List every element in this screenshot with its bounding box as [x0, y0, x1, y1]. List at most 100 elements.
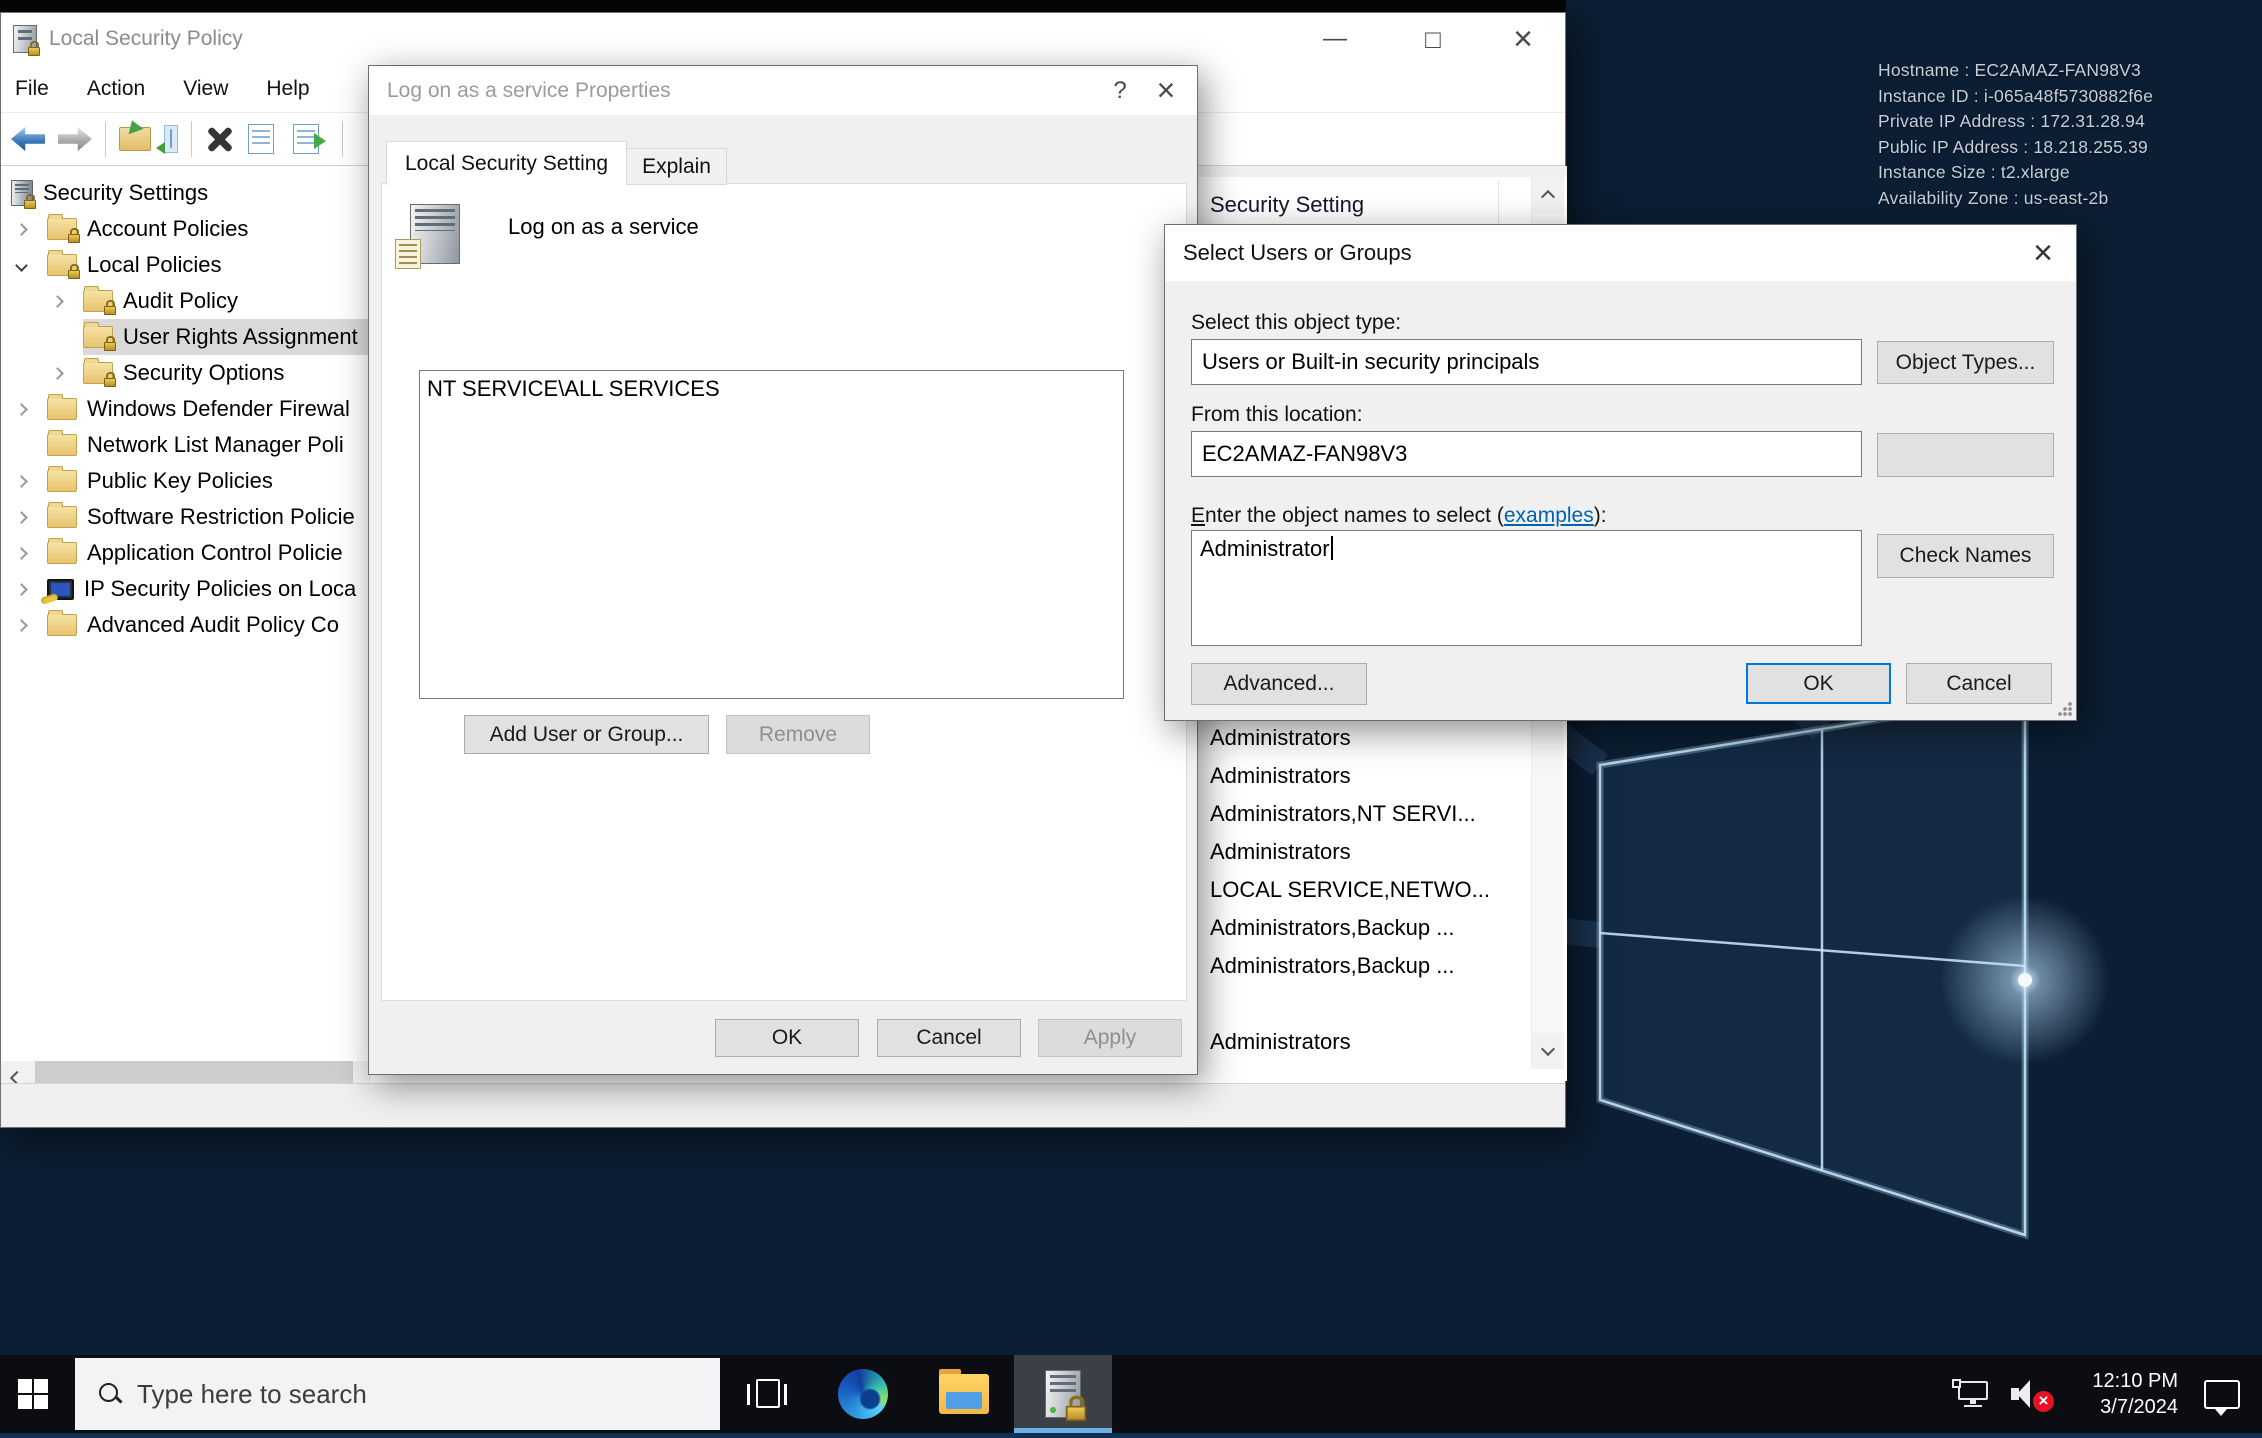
scrollbar-thumb[interactable] [35, 1061, 353, 1083]
apply-button[interactable]: Apply [1038, 1019, 1182, 1057]
tray-network[interactable] [1946, 1355, 1998, 1433]
object-names-value: Administrator [1200, 536, 1330, 561]
chevron-right-icon[interactable] [17, 477, 47, 486]
network-icon [1952, 1379, 1992, 1409]
add-user-or-group-button[interactable]: Add User or Group... [464, 715, 709, 754]
member-item[interactable]: NT SERVICE\ALL SERVICES [420, 371, 1123, 402]
chevron-right-icon[interactable] [53, 369, 83, 378]
ok-button[interactable]: OK [715, 1019, 859, 1057]
chevron-right-icon[interactable] [17, 405, 47, 414]
scroll-down-arrow[interactable] [1532, 1033, 1564, 1069]
cancel-button[interactable]: Cancel [1906, 663, 2052, 704]
toolbar-separator [191, 121, 192, 157]
object-type-field[interactable]: Users or Built-in security principals [1191, 339, 1862, 385]
remove-button[interactable]: Remove [726, 715, 870, 754]
folder-lock-icon [83, 290, 113, 312]
tree-item-windows-defender-firewal[interactable]: Windows Defender Firewal [1, 391, 371, 427]
export-list-icon[interactable] [293, 124, 319, 154]
chevron-right-icon[interactable] [17, 549, 47, 558]
scroll-left-arrow[interactable] [1, 1061, 29, 1083]
tab-local-security-setting[interactable]: Local Security Setting [386, 141, 627, 185]
locations-button[interactable] [1877, 433, 2054, 477]
examples-link[interactable]: examples [1504, 504, 1594, 527]
tree-item-user-rights-assignment[interactable]: User Rights Assignment [1, 319, 371, 355]
menu-help[interactable]: Help [266, 77, 309, 101]
clock-time: 12:10 PM [2092, 1368, 2178, 1394]
check-names-button[interactable]: Check Names [1877, 534, 2054, 578]
cancel-button[interactable]: Cancel [877, 1019, 1021, 1057]
tree-item-security-options[interactable]: Security Options [1, 355, 371, 391]
names-label-suffix: ): [1594, 504, 1607, 527]
task-view-button[interactable] [736, 1355, 800, 1433]
resize-grip[interactable] [2057, 701, 2073, 717]
info-hostname: Hostname : EC2AMAZ-FAN98V3 [1878, 58, 2153, 84]
dialog-titlebar[interactable]: Select Users or Groups × [1165, 225, 2076, 281]
tree-item-security-settings[interactable]: Security Settings [1, 175, 371, 211]
tree-item-label: Security Options [123, 360, 284, 386]
ok-button[interactable]: OK [1746, 663, 1891, 704]
search-input[interactable] [137, 1379, 657, 1410]
tree-item-ip-security-policies-on-loca[interactable]: IP Security Policies on Loca [1, 571, 371, 607]
toolbar-separator [342, 121, 343, 157]
forward-button-icon[interactable] [58, 127, 92, 151]
scroll-up-arrow[interactable] [1532, 177, 1564, 213]
taskbar-file-explorer[interactable] [928, 1355, 1000, 1433]
object-names-textarea[interactable]: Administrator [1191, 530, 1862, 646]
tree-item-account-policies[interactable]: Account Policies [1, 211, 371, 247]
delete-icon[interactable] [205, 124, 235, 154]
chevron-right-icon[interactable] [17, 225, 47, 234]
app-icon [13, 25, 37, 53]
folder-icon [47, 398, 77, 420]
policy-server-icon [410, 204, 460, 264]
action-center-button[interactable] [2192, 1355, 2252, 1433]
menu-view[interactable]: View [183, 77, 228, 101]
close-button[interactable]: × [1143, 66, 1189, 115]
tree-item-application-control-policie[interactable]: Application Control Policie [1, 535, 371, 571]
location-label: From this location: [1191, 403, 1363, 427]
security-setting-value: Administrators [1210, 725, 1351, 751]
show-console-tree-toggle[interactable] [164, 125, 178, 153]
chevron-down-icon[interactable] [17, 261, 47, 270]
advanced-button[interactable]: Advanced... [1191, 663, 1367, 705]
tray-volume-muted[interactable] [2002, 1355, 2060, 1433]
tree-item-label: Local Policies [87, 252, 222, 278]
properties-icon[interactable] [248, 124, 274, 154]
lock-icon [24, 200, 36, 209]
minimize-button[interactable]: — [1307, 13, 1363, 65]
chevron-right-icon[interactable] [17, 513, 47, 522]
tab-page: Log on as a service NT SERVICE\ALL SERVI… [381, 183, 1187, 1001]
maximize-button[interactable]: □ [1405, 13, 1461, 65]
up-one-level-icon[interactable] [119, 127, 151, 151]
tree-item-audit-policy[interactable]: Audit Policy [1, 283, 371, 319]
help-button[interactable]: ? [1097, 66, 1143, 115]
tree-item-software-restriction-policie[interactable]: Software Restriction Policie [1, 499, 371, 535]
close-button[interactable]: × [2020, 229, 2066, 278]
tab-explain[interactable]: Explain [627, 148, 727, 185]
tree-item-network-list-manager-poli[interactable]: Network List Manager Poli [1, 427, 371, 463]
dialog-titlebar[interactable]: Log on as a service Properties ? × [369, 66, 1197, 115]
tree-item-advanced-audit-policy-co[interactable]: Advanced Audit Policy Co [1, 607, 371, 643]
object-types-button[interactable]: Object Types... [1877, 341, 2054, 384]
window-titlebar[interactable]: Local Security Policy — □ × [1, 13, 1565, 65]
menu-file[interactable]: File [15, 77, 49, 101]
taskbar-local-security-policy-active[interactable] [1014, 1355, 1112, 1433]
taskbar-search[interactable] [75, 1358, 720, 1430]
column-divider[interactable] [1498, 181, 1499, 229]
chevron-right-icon[interactable] [17, 621, 47, 630]
taskbar-clock[interactable]: 12:10 PM 3/7/2024 [2092, 1355, 2178, 1433]
tree-item-local-policies[interactable]: Local Policies [1, 247, 371, 283]
location-field[interactable]: EC2AMAZ-FAN98V3 [1191, 431, 1862, 477]
horizontal-scrollbar[interactable] [1, 1061, 371, 1083]
close-button[interactable]: × [1495, 13, 1551, 65]
start-button[interactable] [0, 1355, 66, 1433]
info-instance-id: Instance ID : i-065a48f5730882f6e [1878, 84, 2153, 110]
menu-action[interactable]: Action [87, 77, 145, 101]
column-header-security-setting[interactable]: Security Setting [1210, 192, 1364, 218]
back-button-icon[interactable] [11, 127, 45, 151]
members-listbox[interactable]: NT SERVICE\ALL SERVICES [419, 370, 1124, 699]
taskbar-edge[interactable] [830, 1355, 896, 1433]
chevron-right-icon[interactable] [53, 297, 83, 306]
windows-logo-icon [18, 1379, 48, 1409]
tree-item-public-key-policies[interactable]: Public Key Policies [1, 463, 371, 499]
chevron-right-icon[interactable] [17, 585, 47, 594]
